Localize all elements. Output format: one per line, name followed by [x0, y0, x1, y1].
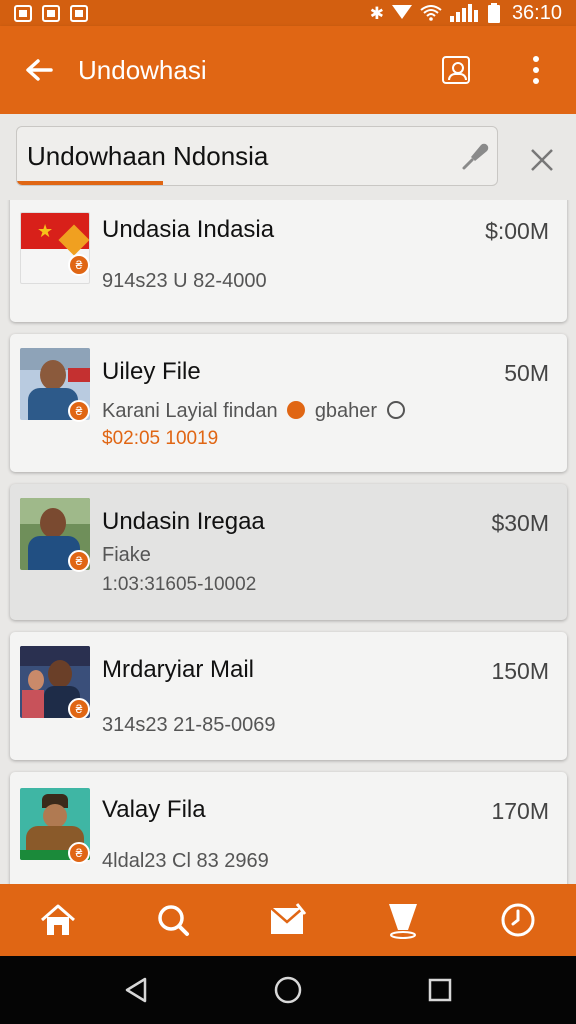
system-recents-button[interactable]: [410, 960, 470, 1020]
system-icons: ✱ 36:10: [370, 2, 562, 25]
item-size: 170M: [491, 798, 549, 824]
photo-icon: [70, 4, 88, 22]
item-size: 150M: [491, 658, 549, 684]
signal-icon: [391, 5, 412, 19]
item-name: Valay Fila: [102, 796, 206, 823]
results-list: ★ ₴ Undasia Indasia $:00M 914s23 U 82-40…: [0, 200, 576, 884]
overflow-menu-button[interactable]: [496, 26, 576, 114]
nav-mail[interactable]: [253, 884, 323, 956]
app-badge-icon: ₴: [68, 550, 90, 572]
arrow-left-icon: [26, 59, 53, 81]
list-item[interactable]: ₴ Undasin Iregaa $30M Fiake 1:03:31605-1…: [10, 484, 567, 620]
contact-card-icon: [442, 56, 470, 84]
app-bar-actions: [416, 26, 576, 114]
page-title: Undowhasi: [78, 54, 207, 85]
nav-history[interactable]: [483, 884, 553, 956]
item-name: Undasia Indasia: [102, 216, 275, 243]
back-triangle-icon: [125, 977, 147, 1003]
system-back-button[interactable]: [106, 960, 166, 1020]
list-item[interactable]: ₴ Valay Fila 170M 4ldal23 Cl 83 2969: [10, 772, 567, 884]
item-detail: 4ldal23 Cl 83 2969: [102, 850, 269, 872]
mic-icon[interactable]: [461, 141, 491, 171]
home-icon: [40, 904, 75, 935]
search-focus-underline: [17, 181, 163, 185]
sim-icon: [42, 4, 60, 22]
app-badge-icon: ₴: [68, 254, 90, 276]
item-detail-secondary: 1:03:31605-10002: [102, 574, 257, 595]
nav-search[interactable]: [138, 884, 208, 956]
search-box: [16, 126, 498, 186]
search-icon: [158, 905, 189, 936]
wifi-icon: [420, 5, 442, 21]
item-name: Undasin Iregaa: [102, 508, 265, 535]
app-bar: Undowhasi: [0, 26, 576, 114]
recents-square-icon: [428, 978, 452, 1002]
item-size: $:00M: [485, 218, 549, 244]
item-detail: Fiake: [102, 544, 151, 566]
clock-icon: [501, 903, 535, 937]
bluetooth-icon: ✱: [369, 3, 384, 23]
item-price: $02:05 10019: [102, 428, 219, 449]
gallery-icon: [14, 4, 32, 22]
overflow-menu-icon: [533, 56, 539, 84]
app-badge-icon: ₴: [68, 400, 90, 422]
search-input[interactable]: [27, 141, 457, 172]
item-detail-suffix: gbaher: [314, 400, 378, 422]
item-size: $30M: [491, 510, 549, 536]
close-icon: [531, 149, 553, 171]
clock-time: 36:10: [511, 1, 562, 24]
search-area: [0, 114, 576, 200]
list-item[interactable]: ₴ Uiley File 50M Karani Layial findan gb…: [10, 334, 567, 472]
clear-search-button[interactable]: [518, 136, 566, 184]
system-navigation: [0, 956, 576, 1024]
item-detail: Karani Layial findan gbaher: [102, 400, 405, 423]
item-detail: 314s23 21-85-0069: [102, 714, 276, 736]
item-name: Uiley File: [102, 358, 201, 385]
item-detail: 914s23 U 82-4000: [102, 270, 267, 292]
nav-home[interactable]: [23, 884, 93, 956]
bottom-navigation: [0, 884, 576, 956]
cup-icon: [389, 904, 418, 939]
item-detail-text: Karani Layial findan: [102, 400, 278, 422]
nav-cup[interactable]: [368, 884, 438, 956]
status-bar: ✱ 36:10: [0, 0, 576, 26]
item-name: Mrdaryiar Mail: [102, 656, 255, 683]
system-home-button[interactable]: [258, 960, 318, 1020]
list-item[interactable]: ★ ₴ Undasia Indasia $:00M 914s23 U 82-40…: [10, 200, 567, 322]
battery-icon: [487, 3, 500, 23]
item-size: 50M: [504, 360, 549, 386]
list-item[interactable]: ₴ Mrdaryiar Mail 150M 314s23 21-85-0069: [10, 632, 567, 760]
app-badge-icon: ₴: [68, 698, 90, 720]
app-badge-icon: ₴: [68, 842, 90, 864]
home-circle-icon: [274, 976, 302, 1004]
mail-icon: [270, 903, 307, 934]
status-dot-icon: [287, 401, 306, 419]
back-button[interactable]: [0, 26, 78, 114]
clock-icon: [386, 401, 405, 419]
signal-bars-icon: [449, 4, 478, 22]
contact-card-button[interactable]: [416, 26, 496, 114]
notification-icons: [14, 4, 88, 22]
